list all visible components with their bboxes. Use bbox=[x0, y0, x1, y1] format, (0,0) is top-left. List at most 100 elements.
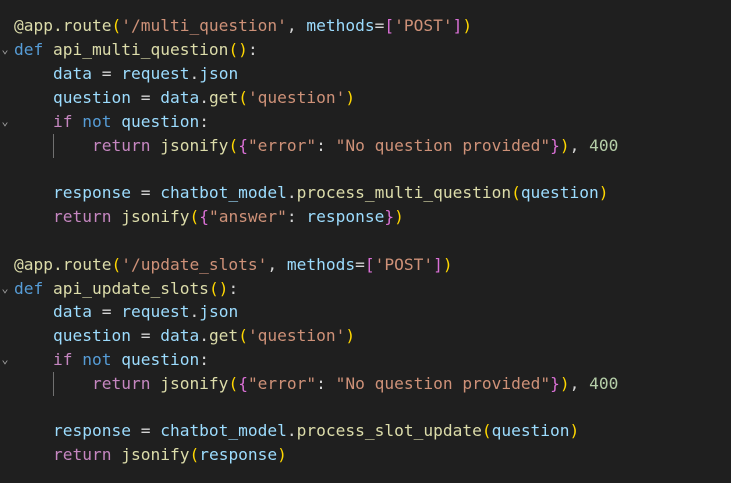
code-line[interactable] bbox=[0, 396, 731, 419]
code-token: ) bbox=[442, 255, 453, 274]
code-token: "No question provided" bbox=[335, 374, 551, 393]
code-token: . bbox=[189, 302, 200, 321]
code-token: () bbox=[208, 279, 229, 298]
code-line[interactable]: response = chatbot_model.process_slot_up… bbox=[0, 419, 731, 442]
code-token: , bbox=[267, 255, 287, 274]
code-token: } bbox=[550, 136, 560, 155]
code-token: chatbot_model bbox=[160, 183, 287, 202]
code-line[interactable]: return jsonify({"answer": response}) bbox=[0, 205, 731, 228]
code-token: { bbox=[199, 207, 209, 226]
code-text: response = chatbot_model.process_multi_q… bbox=[14, 181, 609, 204]
code-token: { bbox=[238, 374, 248, 393]
code-token: return bbox=[91, 374, 151, 393]
code-token: api_multi_question bbox=[53, 40, 229, 59]
fold-chevron-icon[interactable]: ⌄ bbox=[0, 348, 10, 371]
code-line[interactable]: return jsonify(response) bbox=[0, 443, 731, 466]
code-line[interactable]: ⌄ def api_multi_question(): bbox=[0, 38, 731, 61]
code-line[interactable] bbox=[0, 229, 731, 252]
code-token: if bbox=[52, 112, 73, 131]
code-text: @app.route('/update_slots', methods=['PO… bbox=[14, 253, 453, 276]
code-token: get bbox=[208, 326, 239, 345]
code-line[interactable]: ⌄ if not question: bbox=[0, 348, 731, 371]
code-token: ( bbox=[189, 445, 200, 464]
code-line[interactable]: ⌄ def api_update_slots(): bbox=[0, 277, 731, 300]
code-token: ( bbox=[238, 326, 248, 345]
code-text: data = request.json bbox=[14, 300, 238, 323]
code-text: return jsonify({"error": "No question pr… bbox=[14, 372, 618, 395]
fold-chevron-icon[interactable]: ⌄ bbox=[0, 38, 10, 61]
code-token: ) bbox=[462, 16, 473, 35]
code-token: 'question' bbox=[247, 88, 346, 107]
code-line[interactable] bbox=[0, 158, 731, 181]
code-token: chatbot_model bbox=[160, 421, 287, 440]
code-token: methods bbox=[306, 16, 375, 35]
code-token: not bbox=[82, 112, 112, 131]
code-text: def api_multi_question(): bbox=[14, 38, 258, 61]
code-token: = bbox=[130, 421, 161, 440]
code-text: def api_update_slots(): bbox=[14, 277, 238, 300]
code-text: return jsonify({"error": "No question pr… bbox=[14, 134, 618, 157]
code-token: @app.route bbox=[14, 16, 112, 35]
code-line[interactable]: @app.route('/multi_question', methods=['… bbox=[0, 14, 731, 37]
code-token: = bbox=[130, 183, 161, 202]
code-token: request bbox=[121, 64, 190, 83]
code-line[interactable]: response = chatbot_model.process_multi_q… bbox=[0, 181, 731, 204]
code-token: . bbox=[199, 326, 209, 345]
code-line[interactable]: ⌄ if not question: bbox=[0, 110, 731, 133]
code-line[interactable]: data = request.json bbox=[0, 300, 731, 323]
code-token: question bbox=[121, 112, 200, 131]
code-token: '/update_slots' bbox=[121, 255, 268, 274]
code-text: return jsonify(response) bbox=[14, 443, 287, 466]
code-token: ( bbox=[481, 421, 492, 440]
code-line[interactable]: question = data.get('question') bbox=[0, 86, 731, 109]
code-line[interactable]: return jsonify({"error": "No question pr… bbox=[0, 372, 731, 395]
code-token: question bbox=[52, 326, 131, 345]
code-line[interactable]: question = data.get('question') bbox=[0, 324, 731, 347]
code-line[interactable]: @app.route('/update_slots', methods=['PO… bbox=[0, 253, 731, 276]
code-token: question bbox=[52, 88, 131, 107]
code-token: "answer" bbox=[208, 207, 287, 226]
code-editor[interactable]: @app.route('/multi_question', methods=['… bbox=[0, 0, 731, 483]
code-token: data bbox=[52, 64, 92, 83]
code-line[interactable]: return jsonify({"error": "No question pr… bbox=[0, 134, 731, 157]
code-token: "No question provided" bbox=[335, 136, 551, 155]
fold-chevron-icon[interactable]: ⌄ bbox=[0, 110, 10, 133]
code-token: , bbox=[286, 16, 307, 35]
code-token: ( bbox=[238, 88, 248, 107]
code-token: json bbox=[199, 302, 239, 321]
code-token: "error" bbox=[247, 374, 317, 393]
code-token: 400 bbox=[589, 136, 619, 155]
code-token: = bbox=[91, 302, 122, 321]
code-token: : bbox=[199, 112, 209, 131]
code-token: return bbox=[52, 445, 112, 464]
code-token: , bbox=[569, 374, 590, 393]
code-text: question = data.get('question') bbox=[14, 86, 355, 109]
code-token: ) bbox=[345, 326, 356, 345]
code-token: def bbox=[14, 40, 44, 59]
code-token: { bbox=[238, 136, 248, 155]
code-token: json bbox=[199, 64, 239, 83]
code-token: ( bbox=[111, 255, 122, 274]
code-token: = bbox=[130, 326, 161, 345]
code-token: } bbox=[384, 207, 395, 226]
code-line[interactable]: data = request.json bbox=[0, 62, 731, 85]
code-token: not bbox=[82, 350, 112, 369]
code-token: = bbox=[355, 255, 365, 274]
code-token: question bbox=[520, 183, 599, 202]
code-token: api_update_slots bbox=[53, 279, 209, 298]
code-text: if not question: bbox=[14, 110, 209, 133]
code-text: response = chatbot_model.process_slot_up… bbox=[14, 419, 579, 442]
code-token: data bbox=[160, 88, 200, 107]
fold-chevron-icon[interactable]: ⌄ bbox=[0, 277, 10, 300]
code-token: jsonify bbox=[160, 136, 229, 155]
code-token: jsonify bbox=[121, 445, 190, 464]
code-token: [ bbox=[364, 255, 375, 274]
code-token: data bbox=[52, 302, 92, 321]
